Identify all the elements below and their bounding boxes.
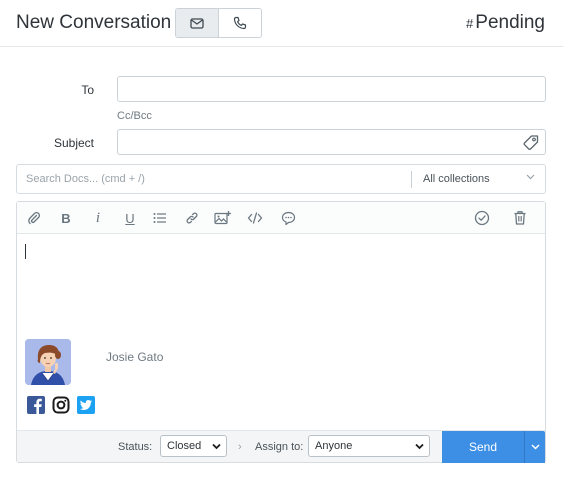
to-field[interactable] (117, 76, 546, 102)
trash-icon (514, 211, 526, 225)
status-select[interactable]: Closed (160, 435, 227, 457)
code-icon (247, 212, 263, 224)
subject-field[interactable] (117, 129, 546, 155)
saved-replies-button[interactable] (279, 209, 297, 227)
phone-icon (233, 16, 247, 30)
editor-footer: Status: Closed › Assign to: Anyone Send (17, 430, 545, 463)
chevron-down-icon (415, 443, 424, 450)
signature-social-links (27, 396, 95, 414)
list-icon (153, 213, 166, 223)
italic-button[interactable]: i (89, 209, 107, 227)
editor-toolbar: B i U (17, 202, 545, 234)
person-avatar-image (25, 339, 71, 385)
subject-input[interactable] (118, 130, 518, 154)
cc-bcc-link[interactable]: Cc/Bcc (117, 110, 152, 122)
paperclip-icon (28, 211, 41, 225)
chevron-right-icon: › (238, 441, 242, 453)
docs-search-bar: All collections (16, 164, 546, 194)
signature-name: Josie Gato (106, 350, 164, 364)
link-icon (186, 212, 198, 224)
conversation-type-toggle (175, 8, 262, 38)
docs-search-input[interactable] (17, 165, 411, 193)
bold-icon: B (61, 210, 71, 226)
collections-dropdown[interactable]: All collections (423, 173, 490, 185)
list-button[interactable] (151, 209, 169, 227)
send-options-button[interactable] (524, 431, 545, 463)
subject-label: Subject (53, 136, 94, 150)
phone-type-button[interactable] (219, 9, 261, 37)
assign-select-value: Anyone (315, 440, 353, 452)
text-cursor (25, 244, 26, 259)
tag-icon[interactable] (522, 134, 540, 152)
page-title: New Conversation (16, 12, 172, 33)
avatar (25, 339, 71, 385)
complete-button[interactable] (473, 209, 491, 227)
attach-button[interactable] (25, 209, 43, 227)
email-type-button[interactable] (176, 9, 219, 37)
assign-label: Assign to: (255, 441, 304, 453)
insert-image-button[interactable] (214, 209, 232, 227)
status-label: Status: (118, 441, 153, 453)
header-bar: New Conversation # Pending (0, 0, 563, 47)
message-editor: B i U Josie Gato Status: Closed › Assign… (16, 201, 546, 463)
check-circle-icon (474, 210, 490, 226)
hash-symbol: # (466, 16, 474, 31)
twitter-icon[interactable] (77, 396, 95, 414)
conversation-status-tag[interactable]: # Pending (466, 12, 545, 34)
facebook-icon[interactable] (27, 396, 45, 414)
assign-select[interactable]: Anyone (308, 435, 430, 457)
send-button[interactable]: Send (442, 431, 524, 463)
instagram-icon[interactable] (52, 396, 70, 414)
discard-button[interactable] (511, 209, 529, 227)
underline-button[interactable]: U (121, 209, 139, 227)
link-button[interactable] (183, 209, 201, 227)
status-tag-label: Pending (475, 12, 545, 33)
mail-icon (190, 17, 204, 29)
chevron-down-icon[interactable] (526, 174, 535, 180)
italic-icon: i (95, 209, 101, 226)
code-button[interactable] (246, 209, 264, 227)
chevron-down-icon (530, 444, 540, 450)
underline-icon: U (125, 210, 135, 226)
status-select-value: Closed (167, 440, 202, 452)
to-input[interactable] (118, 77, 545, 101)
chat-icon (281, 211, 295, 225)
to-label: To (81, 83, 94, 97)
chevron-down-icon (212, 443, 221, 450)
docs-divider (411, 171, 412, 188)
image-icon (214, 211, 231, 225)
bold-button[interactable]: B (57, 209, 75, 227)
